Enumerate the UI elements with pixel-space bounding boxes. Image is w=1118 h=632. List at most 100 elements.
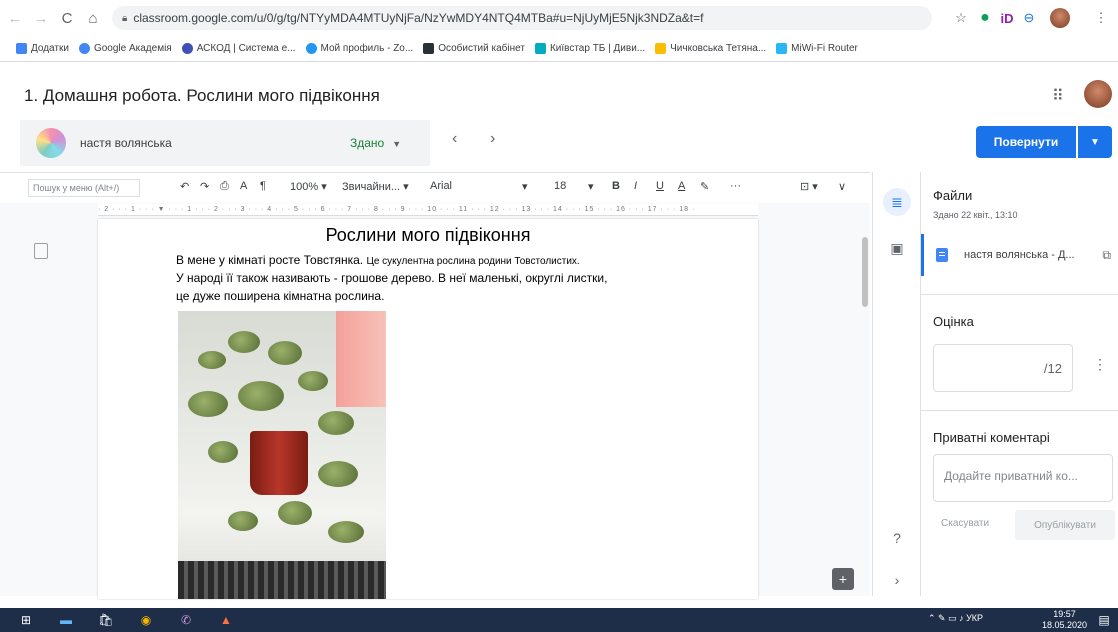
document-viewer: Пошук у меню (Alt+/) ↶ ↷ ⎙ A ¶ 100% ▾ Зв… xyxy=(0,172,870,599)
font-size-select[interactable]: 18 xyxy=(554,180,566,192)
url-text: classroom.google.com/u/0/g/tg/NTYyMDA4MT… xyxy=(133,11,704,25)
viber-icon[interactable]: ✆ xyxy=(178,612,194,628)
comments-panel-icon[interactable]: ▣ xyxy=(887,238,907,258)
screen: ← → C ⌂ 🔒︎ classroom.google.com/u/0/g/tg… xyxy=(0,0,1118,632)
bookmark-item[interactable]: Мой профиль - Zo... xyxy=(305,43,413,54)
reload-icon[interactable]: C xyxy=(56,7,78,29)
publish-button[interactable]: Опублікувати xyxy=(1015,510,1115,540)
attached-file[interactable]: настя волянська - Д... ⧉ xyxy=(921,234,1118,276)
apps-grid-icon[interactable]: ⠿ xyxy=(1052,86,1064,106)
vertical-ruler xyxy=(4,219,14,595)
bookmark-item[interactable]: Особистий кабінет xyxy=(423,43,525,54)
underline-button[interactable]: U xyxy=(656,180,664,192)
document-page[interactable]: Рослини мого підвіконня В мене у кімнаті… xyxy=(98,219,758,599)
caret-down-icon: ▼ xyxy=(1090,136,1100,148)
extension-icon[interactable]: iD xyxy=(998,9,1016,27)
collapse-toolbar-icon[interactable]: ∨ xyxy=(838,180,846,193)
zoom-select[interactable]: 100% ▾ xyxy=(290,180,327,193)
lock-icon: 🔒︎ xyxy=(122,12,128,24)
expand-panel-icon[interactable]: › xyxy=(887,570,907,590)
horizontal-ruler[interactable]: · 2 · · · 1 · · · ▼ · · · 1 · · · 2 · · … xyxy=(98,204,758,216)
drive-icon xyxy=(655,43,667,54)
classroom-header: 1. Домашня робота. Рослини мого підвікон… xyxy=(0,62,1118,120)
more-vert-icon[interactable]: ⋮ xyxy=(1092,9,1110,27)
browser-toolbar: ← → C ⌂ 🔒︎ classroom.google.com/u/0/g/tg… xyxy=(0,0,1118,36)
chrome-icon[interactable]: ◉ xyxy=(138,612,154,628)
bookmark-item[interactable]: АСКОД | Система е... xyxy=(181,43,296,54)
files-panel-icon[interactable]: ≣ xyxy=(883,188,911,216)
forward-icon[interactable]: → xyxy=(30,7,52,29)
insert-image-icon[interactable]: ⊡ ▾ xyxy=(800,180,818,193)
undo-icon[interactable]: ↶ xyxy=(180,180,189,193)
plant-pot xyxy=(250,431,308,495)
notifications-icon[interactable]: ▤ xyxy=(1096,612,1112,628)
divider xyxy=(921,294,1118,295)
document-outline-icon[interactable] xyxy=(34,243,48,259)
return-dropdown-button[interactable]: ▼ xyxy=(1078,126,1112,158)
student-selector[interactable]: настя волянська Здано ▼ xyxy=(20,120,430,166)
add-comment-button[interactable]: + xyxy=(832,568,854,590)
extension-icon[interactable]: ● xyxy=(976,9,994,27)
star-icon[interactable]: ☆ xyxy=(952,9,970,27)
more-button[interactable]: ··· xyxy=(730,180,741,192)
return-button[interactable]: Повернути xyxy=(976,126,1076,158)
file-name: настя волянська - Д... xyxy=(964,249,1075,261)
grade-denominator: /12 xyxy=(1043,361,1062,376)
menu-search-input[interactable]: Пошук у меню (Alt+/) xyxy=(28,179,140,197)
bookmark-item[interactable]: Додатки xyxy=(16,43,69,54)
style-select[interactable]: Звичайни... ▾ xyxy=(342,180,409,193)
photo-background xyxy=(336,311,386,407)
system-tray[interactable]: ⌃ ✎ ▭ ♪ УКР xyxy=(928,613,983,624)
cancel-button[interactable]: Скасувати xyxy=(941,518,989,529)
font-size-caret-icon[interactable]: ▾ xyxy=(588,180,594,193)
private-comment-input[interactable]: Додайте приватний ко... xyxy=(933,454,1113,502)
document-paragraph: В мене у кімнаті росте Товстянка. Це сук… xyxy=(176,253,580,267)
font-select[interactable]: Arial xyxy=(430,180,452,192)
open-in-new-icon[interactable]: ⧉ xyxy=(1102,248,1111,263)
spellcheck-icon[interactable]: A xyxy=(240,180,247,192)
prev-student-icon[interactable]: ‹ xyxy=(452,130,457,148)
clock[interactable]: 19:57 18.05.2020 xyxy=(1042,609,1087,631)
apps-grid-icon xyxy=(16,43,27,54)
google-doc-icon xyxy=(936,248,948,262)
bookmarks-bar: Додатки Google Академія АСКОД | Система … xyxy=(0,36,1118,62)
extension-icon[interactable]: ⊖ xyxy=(1020,9,1038,27)
document-heading: Рослини мого підвіконня xyxy=(325,225,531,245)
highlight-icon[interactable]: ✎ xyxy=(700,180,709,193)
student-name: настя волянська xyxy=(80,136,172,150)
doc-toolbar: Пошук у меню (Alt+/) ↶ ↷ ⎙ A ¶ 100% ▾ Зв… xyxy=(0,173,870,203)
zoom-icon xyxy=(305,43,317,54)
avatar[interactable] xyxy=(1084,80,1112,108)
bookmark-item[interactable]: MiWi-Fi Router xyxy=(776,43,858,54)
paint-format-icon[interactable]: ¶ xyxy=(260,180,266,192)
bold-button[interactable]: B xyxy=(612,180,620,192)
file-explorer-icon[interactable]: ▬ xyxy=(58,612,74,628)
caret-down-icon: ▼ xyxy=(392,139,402,149)
bookmark-item[interactable]: Чичковська Тетяна... xyxy=(655,43,766,54)
italic-button[interactable]: I xyxy=(634,180,637,192)
windows-start-icon[interactable]: ⊞ xyxy=(18,612,34,628)
home-icon[interactable]: ⌂ xyxy=(82,7,104,29)
scrollbar[interactable] xyxy=(862,237,868,307)
profile-avatar[interactable] xyxy=(1050,8,1070,28)
store-icon[interactable]: 🛍︎ xyxy=(98,612,114,628)
grading-panel: Файли Здано 22 квіт., 13:10 настя волянс… xyxy=(920,172,1118,596)
back-icon[interactable]: ← xyxy=(4,7,26,29)
next-student-icon[interactable]: › xyxy=(490,130,495,148)
grade-input[interactable]: /12 xyxy=(933,344,1073,392)
url-bar[interactable]: 🔒︎ classroom.google.com/u/0/g/tg/NTYyMDA… xyxy=(112,6,932,30)
submitted-time: Здано 22 квіт., 13:10 xyxy=(933,210,1018,220)
bookmark-item[interactable]: Київстар ТБ | Диви... xyxy=(534,43,645,54)
print-icon[interactable]: ⎙ xyxy=(220,180,229,193)
site-icon xyxy=(423,43,435,54)
status-dropdown[interactable]: Здано ▼ xyxy=(350,136,401,150)
bookmark-item[interactable]: Google Академія xyxy=(78,43,172,54)
student-avatar xyxy=(36,128,66,158)
font-select-caret-icon[interactable]: ▾ xyxy=(522,180,528,193)
side-toolbar: ≣ ▣ ? › xyxy=(872,172,920,596)
app-icon[interactable]: ▲ xyxy=(218,612,234,628)
text-color-button[interactable]: A xyxy=(678,180,685,192)
help-icon[interactable]: ? xyxy=(887,528,907,548)
more-vert-icon[interactable]: ⋮ xyxy=(1093,356,1107,373)
redo-icon[interactable]: ↷ xyxy=(200,180,209,193)
